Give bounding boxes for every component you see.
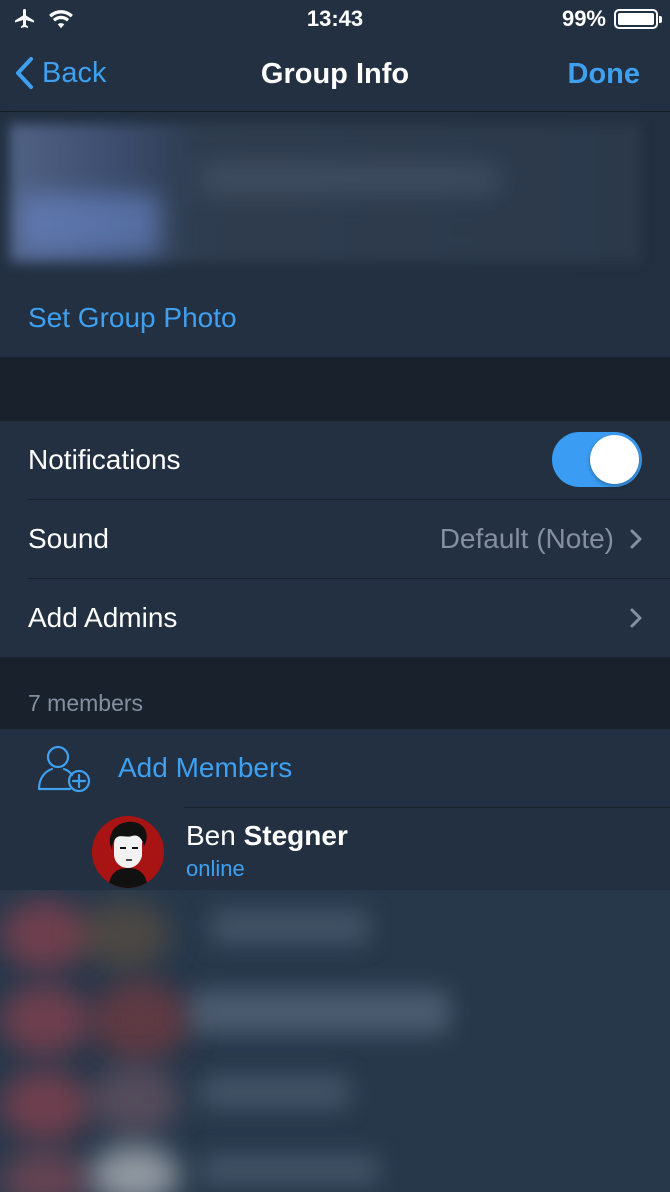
battery-percent: 99% [561, 6, 606, 31]
sound-value: Default (Note) [439, 523, 614, 554]
group-photo-blurred [10, 124, 640, 262]
blurred-text [200, 1075, 350, 1109]
group-header [0, 112, 670, 280]
blurred-avatar [0, 900, 90, 970]
add-members-button[interactable]: Add Members [0, 729, 670, 807]
notifications-toggle[interactable] [552, 432, 642, 487]
set-group-photo-row[interactable]: Set Group Photo [0, 280, 670, 357]
blurred-avatar [90, 1065, 180, 1135]
sound-row[interactable]: Sound Default (Note) [0, 500, 670, 578]
notifications-row: Notifications [0, 421, 670, 499]
add-admins-label: Add Admins [28, 602, 178, 633]
avatar-portrait-icon [92, 816, 164, 888]
member-first-name: Ben [186, 820, 236, 851]
member-status: online [186, 856, 245, 881]
blurred-avatar [0, 1070, 90, 1140]
navigation-bar: Back Group Info Done [0, 38, 670, 112]
members-count: 7 members [28, 690, 144, 716]
blurred-avatar [0, 985, 90, 1055]
status-right: 99% [561, 6, 662, 32]
set-group-photo-button[interactable]: Set Group Photo [28, 302, 237, 334]
add-user-icon [37, 745, 91, 793]
members-section-header: 7 members [0, 657, 670, 729]
avatar [92, 816, 164, 888]
blurred-text [190, 990, 450, 1034]
member-last-name: Stegner [243, 820, 348, 851]
done-button[interactable]: Done [568, 58, 641, 91]
chevron-right-icon [630, 608, 642, 628]
sound-label: Sound [28, 523, 109, 554]
add-members-label: Add Members [118, 752, 293, 783]
blurred-member-list [0, 890, 670, 1192]
member-row[interactable]: Ben Stegner online [0, 808, 670, 890]
section-gap [0, 357, 670, 421]
blurred-avatar [80, 900, 170, 970]
group-info-screen: 13:43 99% Back Group Info Done Set Group… [0, 0, 670, 1192]
status-bar: 13:43 99% [0, 0, 670, 38]
blurred-avatar [0, 1150, 90, 1192]
battery-icon [614, 9, 662, 29]
member-name: Ben Stegner [186, 820, 348, 852]
blurred-avatar [90, 1145, 180, 1192]
chevron-right-icon [630, 529, 642, 549]
blurred-avatar [90, 980, 190, 1060]
blurred-text [200, 1155, 380, 1185]
add-admins-row[interactable]: Add Admins [0, 579, 670, 657]
toggle-knob [590, 435, 639, 484]
notifications-label: Notifications [28, 444, 181, 475]
blurred-text [210, 910, 370, 944]
